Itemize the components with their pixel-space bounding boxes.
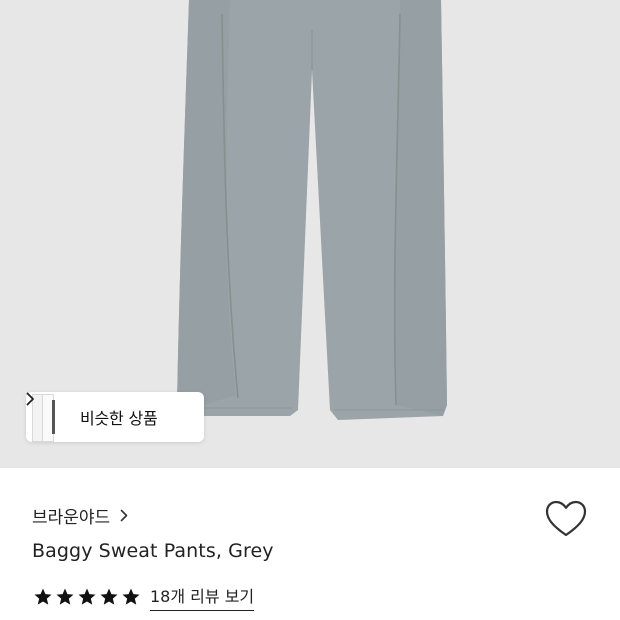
star-icon (78, 588, 96, 605)
rating-stars (33, 587, 141, 607)
star-icon (100, 588, 118, 605)
product-title: Baggy Sweat Pants, Grey (32, 540, 274, 562)
star-icon (122, 588, 140, 605)
similar-products-label: 비슷한 상품 (80, 409, 158, 428)
rating-row: 18개 리뷰 보기 (33, 583, 255, 611)
star-icon (56, 588, 74, 605)
reviews-link[interactable]: 18개 리뷰 보기 (150, 583, 255, 611)
heart-outline-icon (545, 500, 587, 537)
similar-products-button[interactable]: 비슷한 상품 (26, 392, 204, 442)
like-button[interactable] (544, 498, 588, 540)
product-image[interactable]: 비슷한 상품 (0, 0, 620, 468)
chevron-right-icon (120, 509, 128, 522)
brand-link[interactable]: 브라운야드 (32, 503, 128, 528)
brand-name: 브라운야드 (32, 508, 111, 528)
thumbnail (52, 400, 55, 434)
star-icon (34, 588, 52, 605)
